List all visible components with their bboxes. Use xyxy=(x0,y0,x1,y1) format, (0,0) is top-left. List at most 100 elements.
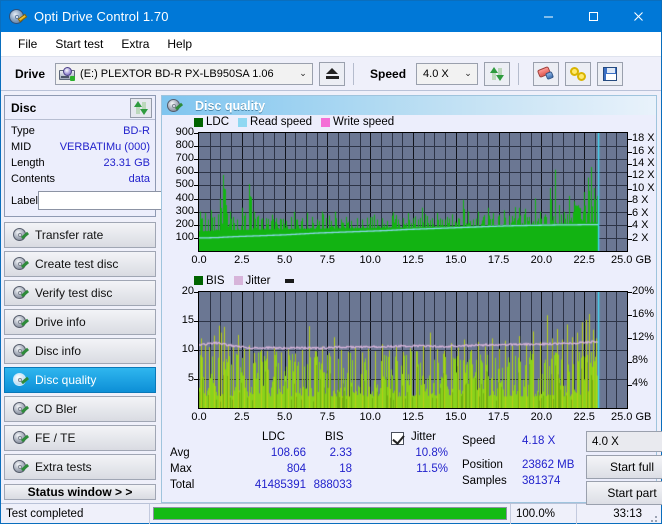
resize-grip[interactable] xyxy=(647,504,661,524)
y2-tick-label: 10 X xyxy=(632,181,655,194)
sidebar-item-disc-quality[interactable]: Disc quality xyxy=(4,367,156,393)
menu-start-test[interactable]: Start test xyxy=(46,34,112,54)
x-tick-label: 17.5 xyxy=(487,254,510,266)
status-message: Test completed xyxy=(6,507,84,520)
y-tick-label: 800 xyxy=(175,139,194,152)
stats-row-total-label: Total xyxy=(170,479,195,491)
x-tick-label: 7.5 xyxy=(319,254,336,266)
ldc-plot-canvas xyxy=(199,133,627,251)
disc-icon xyxy=(12,372,30,388)
sidebar-item-drive-info[interactable]: Drive info xyxy=(4,309,156,335)
speed-label: Speed xyxy=(370,66,407,81)
samples-stat-label: Samples xyxy=(462,475,507,487)
stats-panel: LDC BIS Jitter Avg 108.66 2.33 10.8% Max… xyxy=(162,429,662,505)
stats-avg-ldc: 108.66 xyxy=(270,447,306,459)
main-area: Disc Type BD-R MID VERBATIMu (000) Lengt… xyxy=(1,91,662,505)
progress-bar xyxy=(149,503,511,524)
drive-select[interactable]: (E:) PLEXTOR BD-R PX-LB950SA 1.06 ⌄ xyxy=(55,62,314,85)
y2-tick-label: 14 X xyxy=(632,157,655,170)
refresh-button[interactable] xyxy=(484,61,511,86)
sidebar-item-cd-bler[interactable]: CD Bler xyxy=(4,396,156,422)
disc-quality-icon xyxy=(166,98,184,114)
y-tick-label: 700 xyxy=(175,152,194,165)
erase-button[interactable] xyxy=(533,61,560,86)
sidebar-nav: Transfer rate Create test disc Verify te… xyxy=(4,222,156,480)
chain-button[interactable] xyxy=(565,61,592,86)
disc-refresh-button[interactable] xyxy=(130,97,152,118)
legend-read-speed: Read speed xyxy=(238,116,312,128)
x-tick-label: 20.0 xyxy=(530,254,553,266)
app-disc-icon xyxy=(9,8,28,26)
sidebar-item-label: Disc info xyxy=(35,344,82,358)
save-icon xyxy=(603,66,618,81)
ldc-chart-legend: LDC Read speed Write speed xyxy=(194,116,399,128)
maximize-button[interactable] xyxy=(571,1,616,32)
bis-plot-canvas xyxy=(199,291,627,408)
legend-swatch-jitter xyxy=(233,276,243,285)
y-tick-label: 600 xyxy=(175,165,194,178)
speed-select[interactable]: 4.0 X ⌄ xyxy=(416,62,479,85)
x-tick-label: 5.0 xyxy=(276,254,293,266)
minimize-button[interactable] xyxy=(526,1,571,32)
jitter-checkbox[interactable] xyxy=(391,432,404,445)
menu-extra[interactable]: Extra xyxy=(112,34,158,54)
disc-icon xyxy=(12,314,30,330)
disc-row-contents: Contents data xyxy=(11,171,150,187)
drive-label: Drive xyxy=(15,66,46,81)
legend-swatch-bis xyxy=(194,276,203,285)
start-full-button[interactable]: Start full xyxy=(586,455,662,479)
title-bar: Opti Drive Control 1.70 xyxy=(1,1,661,32)
disc-icon xyxy=(12,459,30,475)
sidebar-item-label: FE / TE xyxy=(35,431,76,445)
y2-tick-label: 2 X xyxy=(632,231,649,244)
legend-label-read-speed: Read speed xyxy=(250,116,313,128)
sidebar-item-verify-test-disc[interactable]: Verify test disc xyxy=(4,280,156,306)
y-tick-label: 300 xyxy=(175,204,194,217)
position-stat-label: Position xyxy=(462,459,503,471)
disc-icon xyxy=(12,285,30,301)
sidebar-item-label: Drive info xyxy=(35,315,86,329)
menu-help[interactable]: Help xyxy=(158,34,201,54)
menu-file[interactable]: File xyxy=(9,34,46,54)
stats-max-bis: 18 xyxy=(339,463,352,475)
eject-button[interactable] xyxy=(319,61,346,86)
save-button[interactable] xyxy=(597,61,624,86)
y2-tick-label: 16% xyxy=(632,307,655,320)
sidebar-item-disc-info[interactable]: Disc info xyxy=(4,338,156,364)
erase-icon xyxy=(536,66,555,81)
panel-body: LDC Read speed Write speed 100 200 300 4… xyxy=(161,115,662,505)
disc-row-type: Type BD-R xyxy=(11,123,150,139)
close-button[interactable] xyxy=(616,1,661,32)
x-tick-label: 15.0 xyxy=(445,410,467,423)
y2-tick-label: 20% xyxy=(632,284,655,297)
speed-select-value: 4.0 X xyxy=(423,67,449,80)
sidebar-item-fe-te[interactable]: FE / TE xyxy=(4,425,156,451)
y2-tick-label: 8% xyxy=(632,354,648,367)
status-window-button[interactable]: Status window > > xyxy=(4,484,156,500)
disc-contents-value: data xyxy=(128,173,150,185)
start-part-button[interactable]: Start part xyxy=(586,481,662,505)
app-window: Opti Drive Control 1.70 File Start test … xyxy=(0,0,662,524)
legend-label-bis: BIS xyxy=(206,274,225,287)
y2-tick-label: 16 X xyxy=(632,144,655,157)
progress-track xyxy=(153,507,507,520)
samples-stat-value: 381374 xyxy=(522,475,561,487)
y-tick-label: 100 xyxy=(175,230,194,243)
stats-avg-jitter: 10.8% xyxy=(415,447,448,459)
x-tick-label: 0.0 xyxy=(191,410,207,423)
legend-label-write-speed: Write speed xyxy=(333,116,395,128)
speed-stat-value: 4.18 X xyxy=(522,435,556,447)
sidebar-item-transfer-rate[interactable]: Transfer rate xyxy=(4,222,156,248)
x-tick-label: 0.0 xyxy=(191,254,207,266)
legend-ldc: LDC xyxy=(194,116,229,128)
y2-tick-label: 12 X xyxy=(632,169,655,182)
disc-label-row: Label xyxy=(11,190,242,211)
legend-label-ldc: LDC xyxy=(206,116,230,128)
sidebar-item-label: Create test disc xyxy=(35,257,119,271)
sidebar-item-create-test-disc[interactable]: Create test disc xyxy=(4,251,156,277)
x-tick-label: 17.5 xyxy=(487,410,510,423)
y2-tick-label: 18 X xyxy=(632,132,655,145)
toolbar-divider xyxy=(353,62,355,85)
test-speed-select[interactable]: 4.0 X ⌄ xyxy=(586,431,662,452)
sidebar-item-extra-tests[interactable]: Extra tests xyxy=(4,454,156,480)
